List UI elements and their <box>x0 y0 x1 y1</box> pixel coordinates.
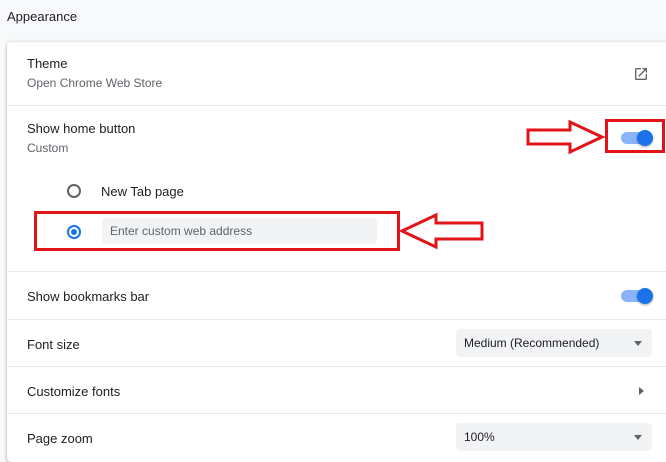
bookmarks-bar-label: Show bookmarks bar <box>27 289 150 304</box>
page-zoom-label: Page zoom <box>27 431 93 446</box>
new-tab-page-radio[interactable] <box>67 184 81 198</box>
annotation-box-custom-address <box>34 211 400 251</box>
font-size-value: Medium (Recommended) <box>464 336 600 350</box>
customize-fonts-label: Customize fonts <box>27 384 121 399</box>
annotation-arrow-right-icon <box>526 119 606 155</box>
annotation-box-toggle <box>605 119 665 153</box>
appearance-card: Theme Open Chrome Web Store Show home bu… <box>7 42 666 462</box>
chevron-down-icon <box>634 341 642 346</box>
page-zoom-row: Page zoom 100% <box>7 413 666 462</box>
home-button-sublabel: Custom <box>27 141 69 155</box>
bookmarks-bar-toggle[interactable] <box>621 287 653 304</box>
arrow-right-icon <box>639 387 644 395</box>
chevron-down-icon <box>634 435 642 440</box>
font-size-row: Font size Medium (Recommended) <box>7 319 666 366</box>
page-zoom-select[interactable]: 100% <box>456 423 652 451</box>
theme-sublabel: Open Chrome Web Store <box>27 76 163 90</box>
new-tab-page-label[interactable]: New Tab page <box>101 184 184 199</box>
font-size-label: Font size <box>27 337 80 352</box>
annotation-arrow-left-icon <box>398 212 484 250</box>
page-zoom-value: 100% <box>464 430 495 444</box>
theme-row[interactable]: Theme Open Chrome Web Store <box>7 42 666 105</box>
bookmarks-bar-row[interactable]: Show bookmarks bar <box>7 271 666 319</box>
section-title: Appearance <box>7 9 78 24</box>
open-in-new-icon[interactable] <box>633 66 649 82</box>
theme-label: Theme <box>27 56 68 71</box>
font-size-select[interactable]: Medium (Recommended) <box>456 329 652 357</box>
toggle-knob <box>637 288 653 304</box>
customize-fonts-row[interactable]: Customize fonts <box>7 366 666 413</box>
home-button-label: Show home button <box>27 121 136 136</box>
